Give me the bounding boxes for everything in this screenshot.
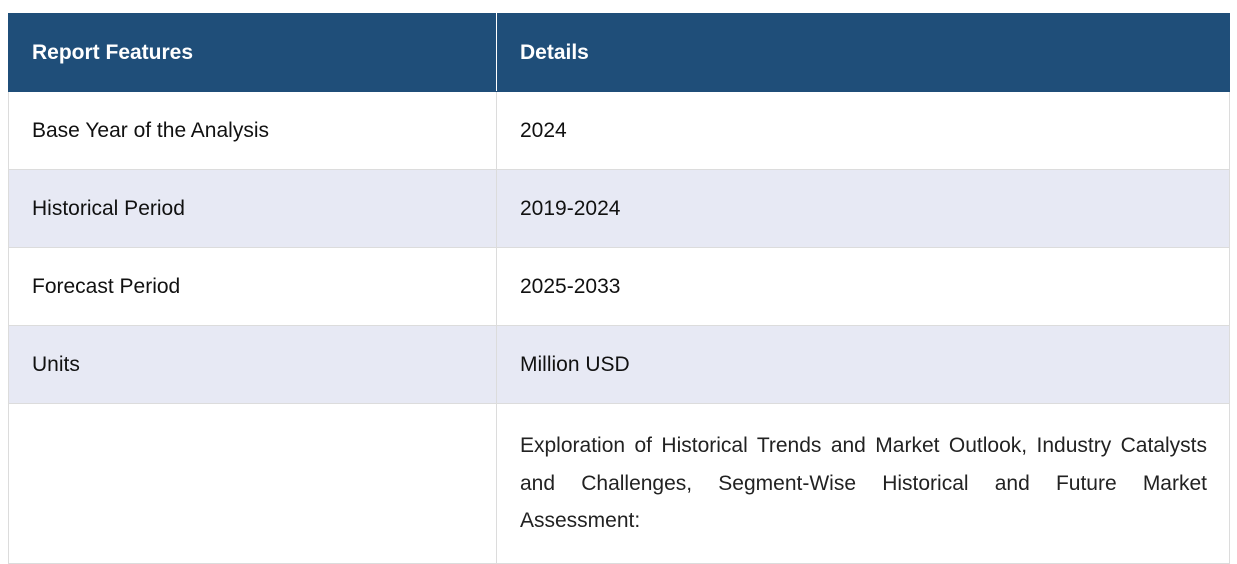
header-report-features: Report Features: [8, 13, 497, 92]
detail-cell: 2019-2024: [496, 169, 1230, 248]
table-row: Forecast Period 2025-2033: [8, 247, 1230, 326]
feature-cell: Units: [8, 325, 497, 404]
feature-cell-empty: [8, 403, 497, 564]
scope-description: Exploration of Historical Trends and Mar…: [520, 434, 1207, 532]
table-row: Historical Period 2019-2024: [8, 169, 1230, 248]
detail-cell: 2025-2033: [496, 247, 1230, 326]
feature-cell: Base Year of the Analysis: [8, 91, 497, 170]
table-row: Base Year of the Analysis 2024: [8, 91, 1230, 170]
feature-cell: Historical Period: [8, 169, 497, 248]
header-row: Report Features Details: [8, 13, 1230, 92]
table-row: Units Million USD: [8, 325, 1230, 404]
detail-cell: Million USD: [496, 325, 1230, 404]
table-header: Report Features Details: [8, 13, 1230, 92]
detail-cell: 2024: [496, 91, 1230, 170]
detail-cell-scope: Exploration of Historical Trends and Mar…: [496, 403, 1230, 564]
feature-cell: Forecast Period: [8, 247, 497, 326]
header-details: Details: [496, 13, 1230, 92]
table-row-scope: Exploration of Historical Trends and Mar…: [8, 403, 1230, 564]
report-features-table: Report Features Details Base Year of the…: [8, 13, 1230, 564]
table-body: Base Year of the Analysis 2024 Historica…: [8, 91, 1230, 564]
